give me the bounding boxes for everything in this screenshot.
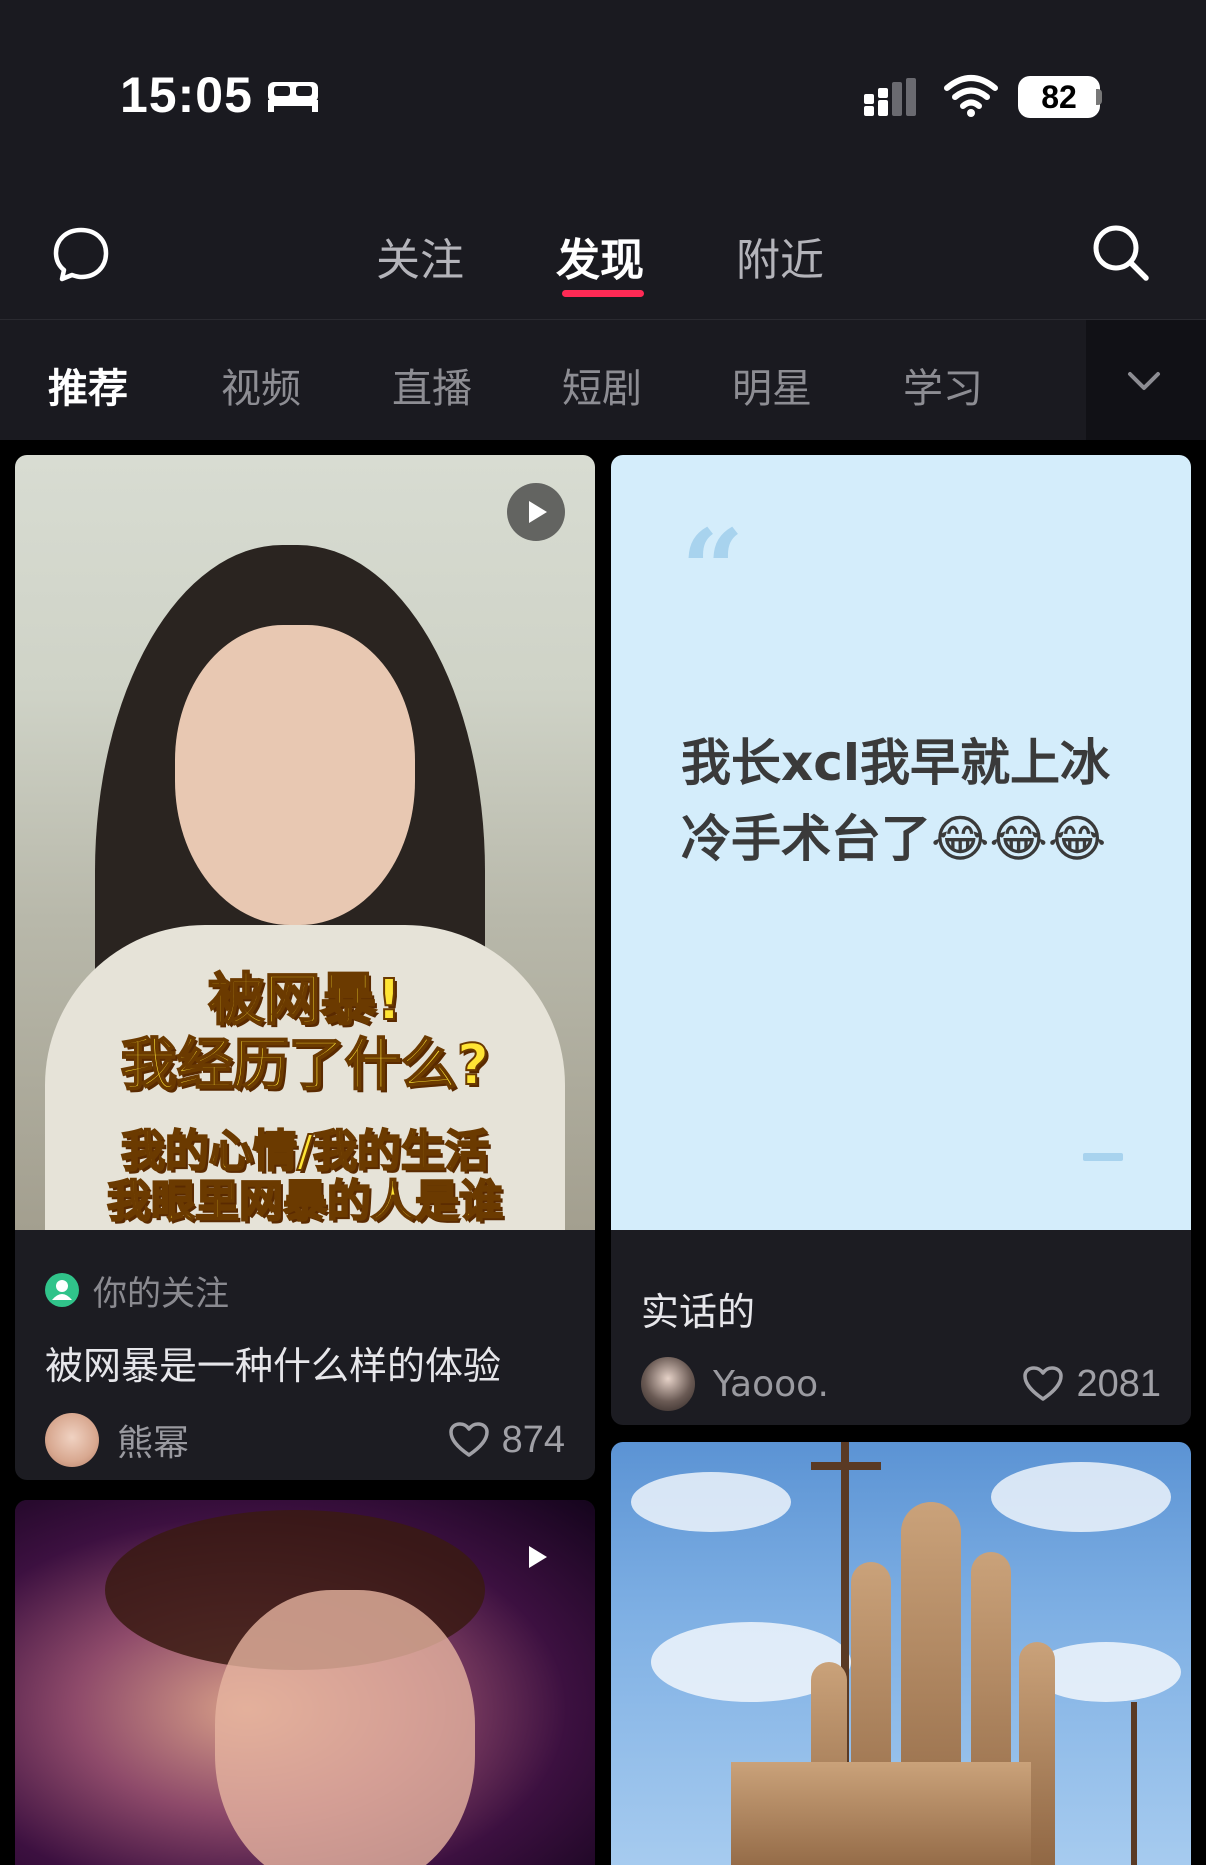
thumbnail-scenery bbox=[1131, 1702, 1137, 1865]
thumbnail-scenery bbox=[631, 1472, 791, 1532]
following-tag: 你的关注 bbox=[45, 1270, 229, 1314]
author-row[interactable]: Yaooo. bbox=[641, 1357, 829, 1411]
play-icon bbox=[507, 483, 565, 541]
wifi-icon bbox=[944, 75, 998, 117]
video-thumbnail[interactable] bbox=[15, 1500, 595, 1865]
cellular-signal-icon bbox=[864, 78, 916, 116]
category-celebrity[interactable]: 明星 bbox=[732, 356, 812, 414]
text-post-cover[interactable]: “ 我长xcl我早就上冰冷手术台了😂😂😂 bbox=[611, 455, 1191, 1230]
category-short-drama[interactable]: 短剧 bbox=[562, 356, 642, 414]
search-icon[interactable] bbox=[1090, 222, 1152, 284]
quote-dash bbox=[1083, 1153, 1123, 1161]
thumbnail-scenery bbox=[731, 1762, 1031, 1865]
author-row[interactable]: 熊幂 bbox=[45, 1413, 189, 1467]
like-count: 874 bbox=[501, 1418, 565, 1461]
thumbnail-caption: 我经历了什么? bbox=[120, 1032, 490, 1099]
following-tag-label: 你的关注 bbox=[93, 1273, 229, 1314]
heart-icon bbox=[448, 1422, 489, 1457]
person-icon bbox=[45, 1273, 79, 1307]
quote-text: 我长xcl我早就上冰冷手术台了😂😂😂 bbox=[681, 734, 1111, 868]
author-name[interactable]: Yaooo. bbox=[713, 1364, 829, 1405]
category-live[interactable]: 直播 bbox=[392, 356, 472, 414]
category-recommend[interactable]: 推荐 bbox=[48, 356, 128, 414]
category-video[interactable]: 视频 bbox=[221, 356, 301, 414]
thumbnail-figure bbox=[215, 1590, 475, 1865]
feed-card[interactable]: 被网暴! 我经历了什么? 我的心情/我的生活 我眼里网暴的人是谁 你的关注 被网… bbox=[15, 455, 595, 1480]
status-bar: 15:05 82 bbox=[0, 0, 1206, 170]
thumbnail-scenery bbox=[811, 1462, 881, 1470]
feed-grid: 被网暴! 我经历了什么? 我的心情/我的生活 我眼里网暴的人是谁 你的关注 被网… bbox=[0, 440, 1206, 1865]
category-bar: 推荐 视频 直播 短剧 明星 学习 bbox=[0, 320, 1206, 440]
tab-following[interactable]: 关注 bbox=[376, 224, 464, 288]
battery-tip bbox=[1096, 89, 1102, 105]
avatar[interactable] bbox=[641, 1357, 695, 1411]
battery-indicator: 82 bbox=[1018, 76, 1100, 118]
like-count: 2081 bbox=[1076, 1362, 1161, 1405]
thumbnail-scenery bbox=[991, 1462, 1171, 1532]
thumbnail-figure bbox=[175, 625, 415, 925]
feed-card[interactable]: “ 我长xcl我早就上冰冷手术台了😂😂😂 实话的 Yaooo. 2081 bbox=[611, 455, 1191, 1425]
chevron-down-icon bbox=[1128, 372, 1160, 390]
feed-card[interactable] bbox=[611, 1442, 1191, 1865]
top-nav: 关注 发现 附近 bbox=[0, 170, 1206, 320]
image-thumbnail[interactable] bbox=[611, 1442, 1191, 1865]
message-icon[interactable] bbox=[52, 226, 110, 282]
author-name[interactable]: 熊幂 bbox=[117, 1414, 189, 1466]
heart-icon bbox=[1023, 1366, 1064, 1401]
feed-card[interactable] bbox=[15, 1500, 595, 1865]
like-button[interactable]: 2081 bbox=[1022, 1357, 1161, 1411]
like-button[interactable]: 874 bbox=[448, 1413, 565, 1467]
play-icon bbox=[507, 1528, 565, 1586]
tab-nearby[interactable]: 附近 bbox=[736, 224, 824, 288]
category-study[interactable]: 学习 bbox=[903, 356, 983, 414]
thumbnail-caption: 我眼里网暴的人是谁 bbox=[106, 1175, 504, 1228]
video-thumbnail[interactable]: 被网暴! 我经历了什么? 我的心情/我的生活 我眼里网暴的人是谁 bbox=[15, 455, 595, 1230]
status-time: 15:05 bbox=[120, 67, 253, 123]
sleep-focus-icon bbox=[268, 82, 318, 112]
avatar[interactable] bbox=[45, 1413, 99, 1467]
quote-icon: “ bbox=[681, 505, 745, 634]
tab-discover[interactable]: 发现 bbox=[556, 224, 644, 288]
active-tab-indicator bbox=[562, 290, 644, 297]
expand-categories-button[interactable] bbox=[1086, 320, 1206, 440]
card-title[interactable]: 被网暴是一种什么样的体验 bbox=[45, 1335, 501, 1390]
card-title[interactable]: 实话的 bbox=[641, 1281, 755, 1336]
